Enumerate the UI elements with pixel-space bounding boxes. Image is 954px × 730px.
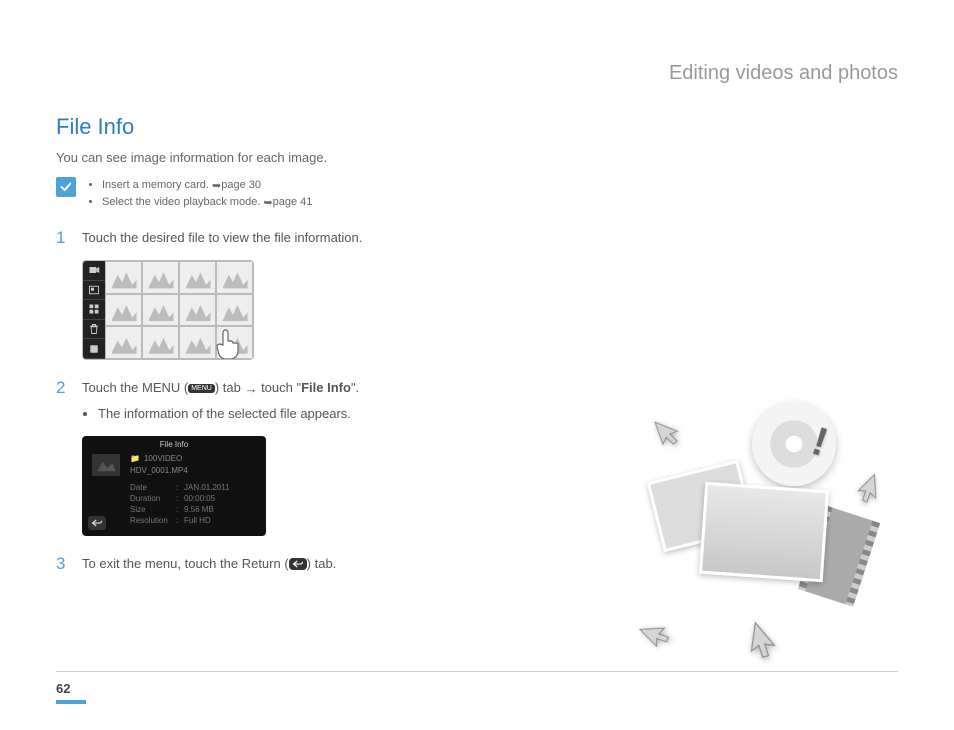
file-info-screenshot: File Info 📁 100VIDEO HDV_0001.MP4 Date:JA… [82, 436, 266, 536]
note-text: Select the video playback mode. [102, 196, 263, 208]
thumbnails-screenshot [82, 260, 254, 360]
page-ref: page 41 [273, 196, 313, 208]
thumbnail [142, 261, 179, 294]
text-part: ". [351, 380, 359, 395]
step-text: Touch the desired file to view the file … [82, 228, 362, 248]
footer-accent [56, 700, 86, 704]
screenshot-sidebar [83, 261, 105, 359]
thumbnail [105, 326, 142, 359]
text-part: ) tab. [307, 556, 337, 571]
note-box: Insert a memory card. ➥page 30 Select th… [56, 177, 898, 210]
check-icon [56, 177, 76, 197]
file-thumbnail [92, 454, 120, 476]
folder-name: 100VIDEO [144, 454, 182, 463]
filename: HDV_0001.MP4 [130, 466, 188, 475]
touch-hand-icon [207, 323, 247, 360]
panel-title: File Info [82, 440, 266, 449]
info-key: Date [130, 482, 176, 493]
decorative-illustration: ! [618, 394, 898, 654]
text-part: Touch the MENU ( [82, 380, 188, 395]
menu-icon [83, 339, 105, 359]
thumbnail [216, 294, 253, 327]
grid-icon [83, 300, 105, 320]
sub-list: The information of the selected file app… [82, 404, 359, 424]
text-part: ) tab [215, 380, 245, 395]
info-val: Full HD [184, 515, 211, 526]
arrow-right-icon: → [244, 379, 257, 399]
return-badge-icon [289, 558, 307, 570]
text-part: To exit the menu, touch the Return ( [82, 556, 289, 571]
note-list: Insert a memory card. ➥page 30 Select th… [86, 177, 312, 210]
info-val: 00:00:05 [184, 493, 215, 504]
page-ref: page 30 [221, 179, 261, 191]
step-number: 1 [56, 228, 68, 248]
info-val: 9.56 MB [184, 504, 214, 515]
step-number: 2 [56, 378, 68, 398]
info-key: Size [130, 504, 176, 515]
step-text: To exit the menu, touch the Return ( ) ta… [82, 554, 336, 574]
thumbnail [105, 261, 142, 294]
thumbnail [216, 261, 253, 294]
step-1: 1 Touch the desired file to view the fil… [56, 228, 898, 248]
photo-graphic [699, 482, 829, 582]
reference-arrow-icon: ➥ [212, 178, 221, 195]
cursor-arrow-icon [632, 606, 684, 658]
bold-label: File Info [301, 380, 351, 395]
text-part: touch " [257, 380, 301, 395]
folder-icon: 📁 [130, 454, 140, 463]
photo-mode-icon [83, 281, 105, 301]
note-item: Select the video playback mode. ➥page 41 [102, 194, 312, 211]
info-row: Resolution:Full HD [130, 515, 230, 526]
thumbnail [179, 261, 216, 294]
info-row: Date:JAN.01.2011 [130, 482, 230, 493]
thumbnail [142, 294, 179, 327]
info-key: Duration [130, 493, 176, 504]
sub-item: The information of the selected file app… [98, 404, 359, 424]
trash-icon [83, 320, 105, 340]
info-table: Date:JAN.01.2011 Duration:00:00:05 Size:… [130, 482, 230, 527]
chapter-title: Editing videos and photos [669, 62, 898, 85]
section-title: File Info [56, 114, 898, 140]
note-text: Insert a memory card. [102, 179, 212, 191]
cursor-arrow-icon [647, 409, 693, 455]
folder-row: 📁 100VIDEO [130, 454, 182, 463]
step-number: 3 [56, 554, 68, 574]
footer-divider [56, 671, 898, 672]
reference-arrow-icon: ➥ [263, 195, 272, 212]
thumbnail [179, 294, 216, 327]
cursor-arrow-icon [741, 617, 791, 667]
cursor-arrow-icon [847, 467, 897, 517]
info-key: Resolution [130, 515, 176, 526]
thumbnail [142, 326, 179, 359]
video-mode-icon [83, 261, 105, 281]
return-icon [88, 516, 106, 530]
intro-text: You can see image information for each i… [56, 150, 898, 165]
step-text: Touch the MENU (MENU) tab → touch "File … [82, 378, 359, 424]
info-row: Size:9.56 MB [130, 504, 230, 515]
info-val: JAN.01.2011 [184, 482, 230, 493]
thumbnail [105, 294, 142, 327]
page-number: 62 [56, 681, 70, 696]
info-row: Duration:00:00:05 [130, 493, 230, 504]
menu-badge-icon: MENU [188, 384, 215, 393]
manual-page: Editing videos and photos File Info You … [0, 0, 954, 730]
note-item: Insert a memory card. ➥page 30 [102, 177, 312, 194]
